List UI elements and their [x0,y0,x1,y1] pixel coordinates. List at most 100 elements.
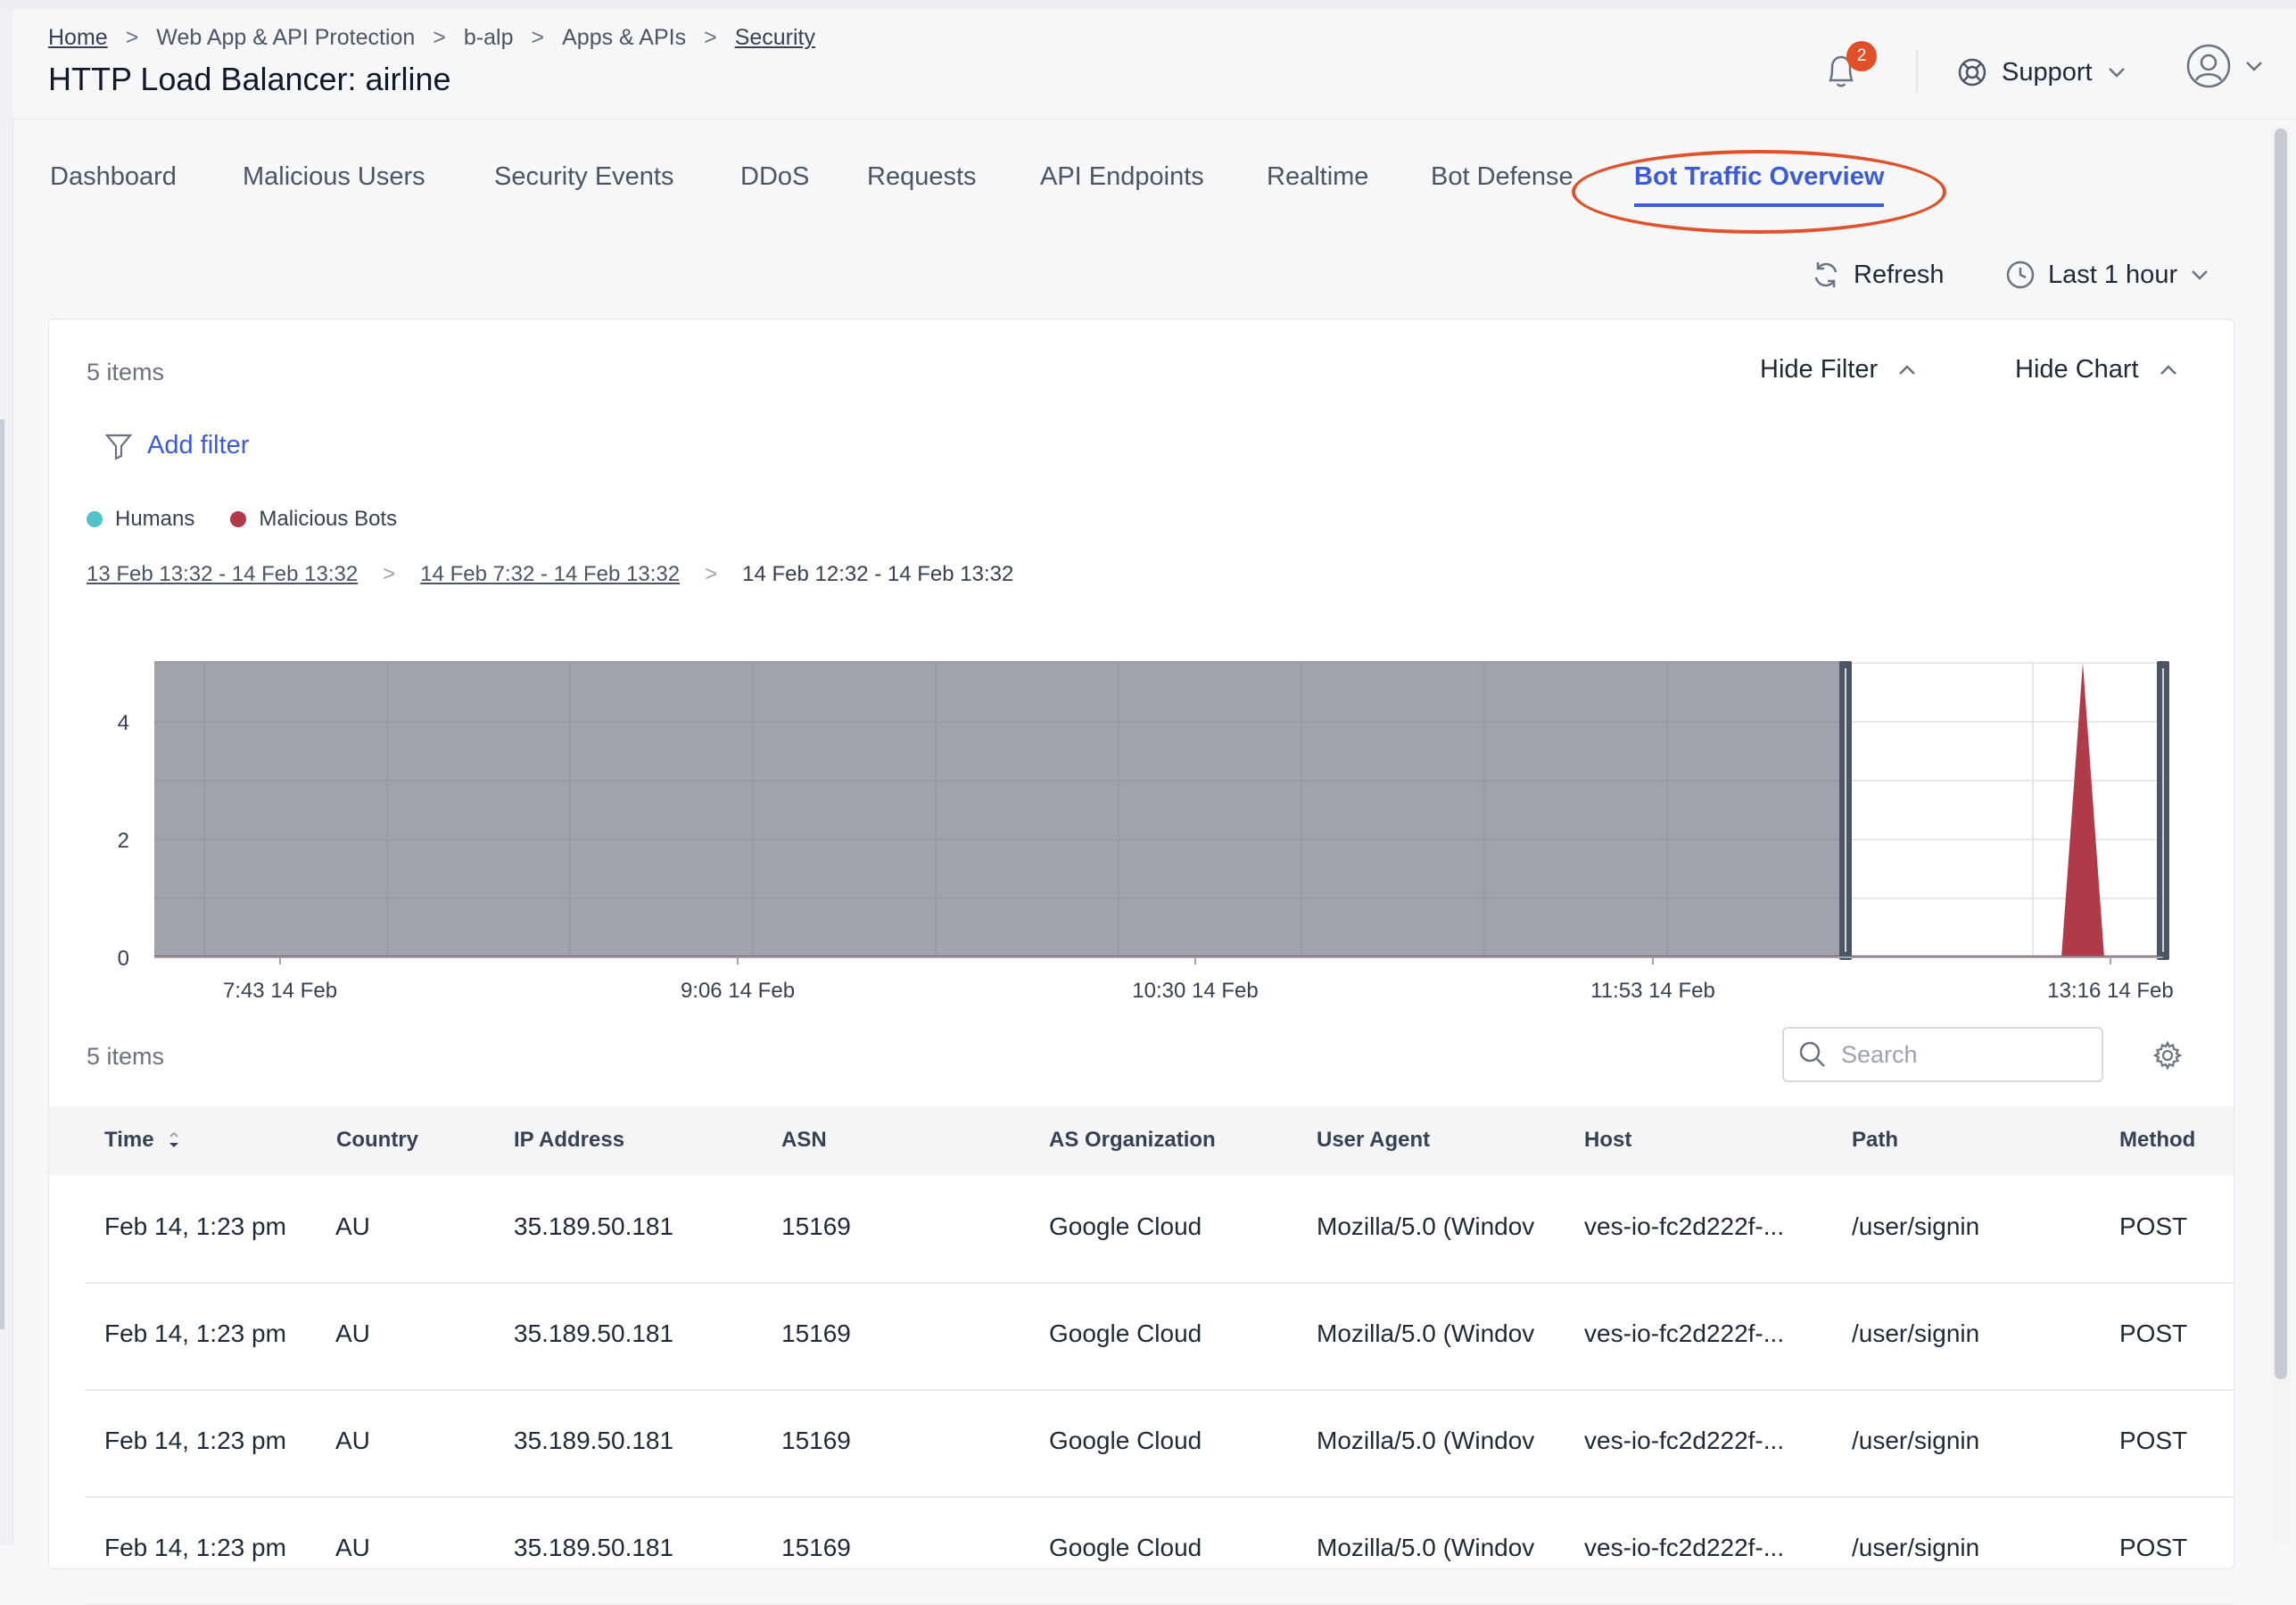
table-item-count: 5 items [87,1043,165,1070]
column-header-method[interactable]: Method [2119,1128,2195,1153]
legend-humans-label: Humans [115,507,195,531]
hide-chart-toggle[interactable]: Hide Chart [2015,355,2178,385]
time-range-select[interactable]: Last 1 hour [2005,254,2209,295]
cell-asn: 15169 [781,1320,851,1347]
search-input[interactable]: Search [1782,1027,2103,1082]
cell-method: POST [2119,1534,2188,1561]
hide-filter-label: Hide Filter [1760,355,1879,384]
cell-ip-address: 35.189.50.181 [514,1427,674,1454]
hide-chart-label: Hide Chart [2015,355,2139,384]
chevron-right-icon: > [383,562,396,586]
hide-filter-toggle[interactable]: Hide Filter [1760,355,1917,385]
refresh-button[interactable]: Refresh [1811,254,1945,295]
column-header-time[interactable]: Time [104,1128,181,1153]
cell-as-organization: Google Cloud [1049,1320,1202,1347]
cell-asn: 15169 [781,1534,851,1561]
add-filter-button[interactable]: Add filter [104,431,249,460]
tab-realtime[interactable]: Realtime [1267,162,1368,192]
refresh-label: Refresh [1854,260,1945,289]
y-tick-label: 4 [118,711,129,735]
cell-as-organization: Google Cloud [1049,1534,1202,1561]
filter-icon [104,434,133,460]
table-row[interactable]: Feb 14, 1:23 pm AU 35.189.50.181 15169 Googl… [85,1175,2234,1284]
notification-badge: 2 [1846,41,1877,71]
cell-ip-address: 35.189.50.181 [514,1212,674,1240]
breadcrumb-apps-apis[interactable]: Apps & APIs [562,25,686,51]
chevron-right-icon: > [433,25,446,50]
y-tick-label: 0 [118,947,129,971]
search-placeholder: Search [1841,1040,1918,1068]
legend-item-malicious-bots[interactable]: Malicious Bots [230,507,397,532]
cell-country: AU [335,1427,370,1454]
x-tick-label: 7:43 14 Feb [223,979,337,1003]
cell-country: AU [335,1320,370,1347]
traffic-chart[interactable]: 0 2 4 7:43 14 Feb 9:06 14 Feb 10:30 14 Feb 11:… [49,614,2234,1024]
legend-item-humans[interactable]: Humans [87,507,194,532]
cell-method: POST [2119,1212,2188,1240]
cell-country: AU [335,1212,370,1240]
chevron-right-icon: > [704,25,717,50]
table-row[interactable]: Feb 14, 1:23 pm AU 35.189.50.181 15169 Googl… [85,1496,2234,1605]
range-link-6h[interactable]: 14 Feb 7:32 - 14 Feb 13:32 [420,562,680,587]
column-header-asn[interactable]: ASN [781,1128,827,1153]
user-avatar-icon [2186,44,2231,88]
range-link-24h[interactable]: 13 Feb 13:32 - 14 Feb 13:32 [87,562,358,587]
traffic-chart-svg: 0 2 4 7:43 14 Feb 9:06 14 Feb 10:30 14 Feb 11:… [118,661,2174,1003]
column-header-user-agent[interactable]: User Agent [1317,1128,1430,1153]
column-header-country[interactable]: Country [336,1128,418,1153]
cell-as-organization: Google Cloud [1049,1427,1202,1454]
cell-time: Feb 14, 1:23 pm [104,1534,286,1561]
table-row[interactable]: Feb 14, 1:23 pm AU 35.189.50.181 15169 Googl… [85,1282,2234,1391]
column-header-ip-address[interactable]: IP Address [514,1128,624,1153]
tab-api-endpoints[interactable]: API Endpoints [1040,162,1204,192]
cell-user-agent: Mozilla/5.0 (Windov [1317,1320,1535,1347]
cell-user-agent: Mozilla/5.0 (Windov [1317,1534,1535,1561]
y-tick-label: 2 [118,829,129,853]
table-header: Time Country IP Address ASN AS Organizat… [49,1106,2234,1175]
tab-requests[interactable]: Requests [867,162,977,192]
tab-security-events[interactable]: Security Events [494,162,673,192]
scrollbar-thumb[interactable] [2275,128,2287,1379]
cell-host: ves-io-fc2d222f-... [1584,1534,1785,1561]
cell-user-agent: Mozilla/5.0 (Windov [1317,1212,1535,1240]
support-label: Support [2002,57,2093,87]
tab-malicious-users[interactable]: Malicious Users [243,162,425,192]
cell-time: Feb 14, 1:23 pm [104,1427,286,1454]
x-tick-label: 13:16 14 Feb [2047,979,2173,1003]
tab-dashboard[interactable]: Dashboard [50,162,177,192]
panel-item-count: 5 items [87,359,165,385]
left-nav-edge [0,9,13,1545]
user-menu[interactable] [2185,43,2264,89]
annotation-highlight-ellipse [1572,150,1946,234]
breadcrumb: Home > Web App & API Protection > b-alp > Apps… [48,25,815,51]
header-divider [1916,50,1918,93]
cell-user-agent: Mozilla/5.0 (Windov [1317,1427,1535,1454]
tab-bot-defense[interactable]: Bot Defense [1431,162,1573,192]
breadcrumb-security[interactable]: Security [735,25,815,51]
cell-ip-address: 35.189.50.181 [514,1320,674,1347]
clock-icon [2006,261,2035,289]
column-header-path[interactable]: Path [1852,1128,1898,1153]
chevron-up-icon [1899,364,1916,375]
cell-asn: 15169 [781,1212,851,1240]
page-title: HTTP Load Balancer: airline [48,61,451,97]
lifebuoy-icon [1958,58,1986,87]
chevron-down-icon [2108,68,2125,78]
gear-icon[interactable] [2152,1040,2183,1071]
column-header-as-organization[interactable]: AS Organization [1049,1128,1216,1153]
support-menu[interactable]: Support [1957,50,2127,95]
page-scrollbar[interactable] [2271,125,2291,1545]
breadcrumb-web-app-api-protection[interactable]: Web App & API Protection [156,25,415,51]
table-row[interactable]: Feb 14, 1:23 pm AU 35.189.50.181 15169 Googl… [85,1389,2234,1498]
x-tick-label: 9:06 14 Feb [681,979,795,1003]
cell-path: /user/signin [1852,1534,1980,1561]
breadcrumb-namespace[interactable]: b-alp [464,25,514,51]
cell-path: /user/signin [1852,1212,1980,1240]
column-header-host[interactable]: Host [1584,1128,1631,1153]
chevron-down-icon [2192,270,2208,280]
legend-malicious-bots-label: Malicious Bots [259,507,398,531]
chart-legend: Humans Malicious Bots [87,507,417,532]
tab-ddos[interactable]: DDoS [740,162,809,192]
breadcrumb-home[interactable]: Home [48,25,108,51]
chevron-up-icon [2160,364,2176,375]
